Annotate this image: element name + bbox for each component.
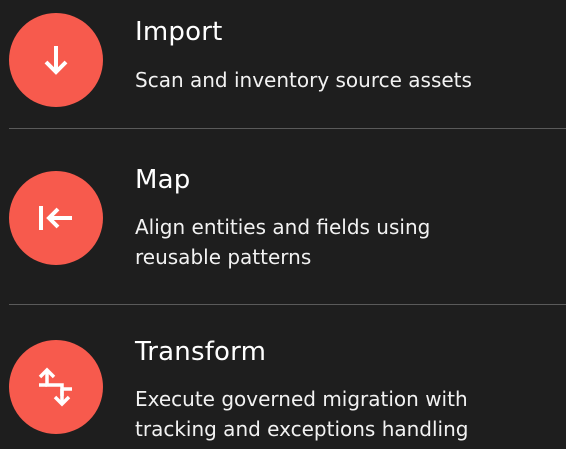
divider <box>9 304 566 305</box>
step-description: Scan and inventory source assets <box>135 65 566 95</box>
step-title: Import <box>135 17 223 47</box>
step-description-line: Execute governed migration with <box>135 387 468 411</box>
divider <box>9 128 566 129</box>
step-description-line: Align entities and fields using <box>135 215 431 239</box>
step-title: Transform <box>135 337 267 367</box>
transform-badge <box>9 340 103 434</box>
step-description-line: Scan and inventory source assets <box>135 68 472 92</box>
arrow-down-icon <box>44 46 68 75</box>
step-description-line: reusable patterns <box>135 245 312 269</box>
import-badge <box>9 13 103 107</box>
arrow-left-to-bar-icon <box>39 206 72 230</box>
step-description-line: tracking and exceptions handling <box>135 417 469 441</box>
map-badge <box>9 171 103 265</box>
step-description: Align entities and fields using reusable… <box>135 212 566 272</box>
transform-arrows-icon <box>38 367 72 407</box>
step-description: Execute governed migration with tracking… <box>135 384 566 444</box>
step-title: Map <box>135 165 191 195</box>
